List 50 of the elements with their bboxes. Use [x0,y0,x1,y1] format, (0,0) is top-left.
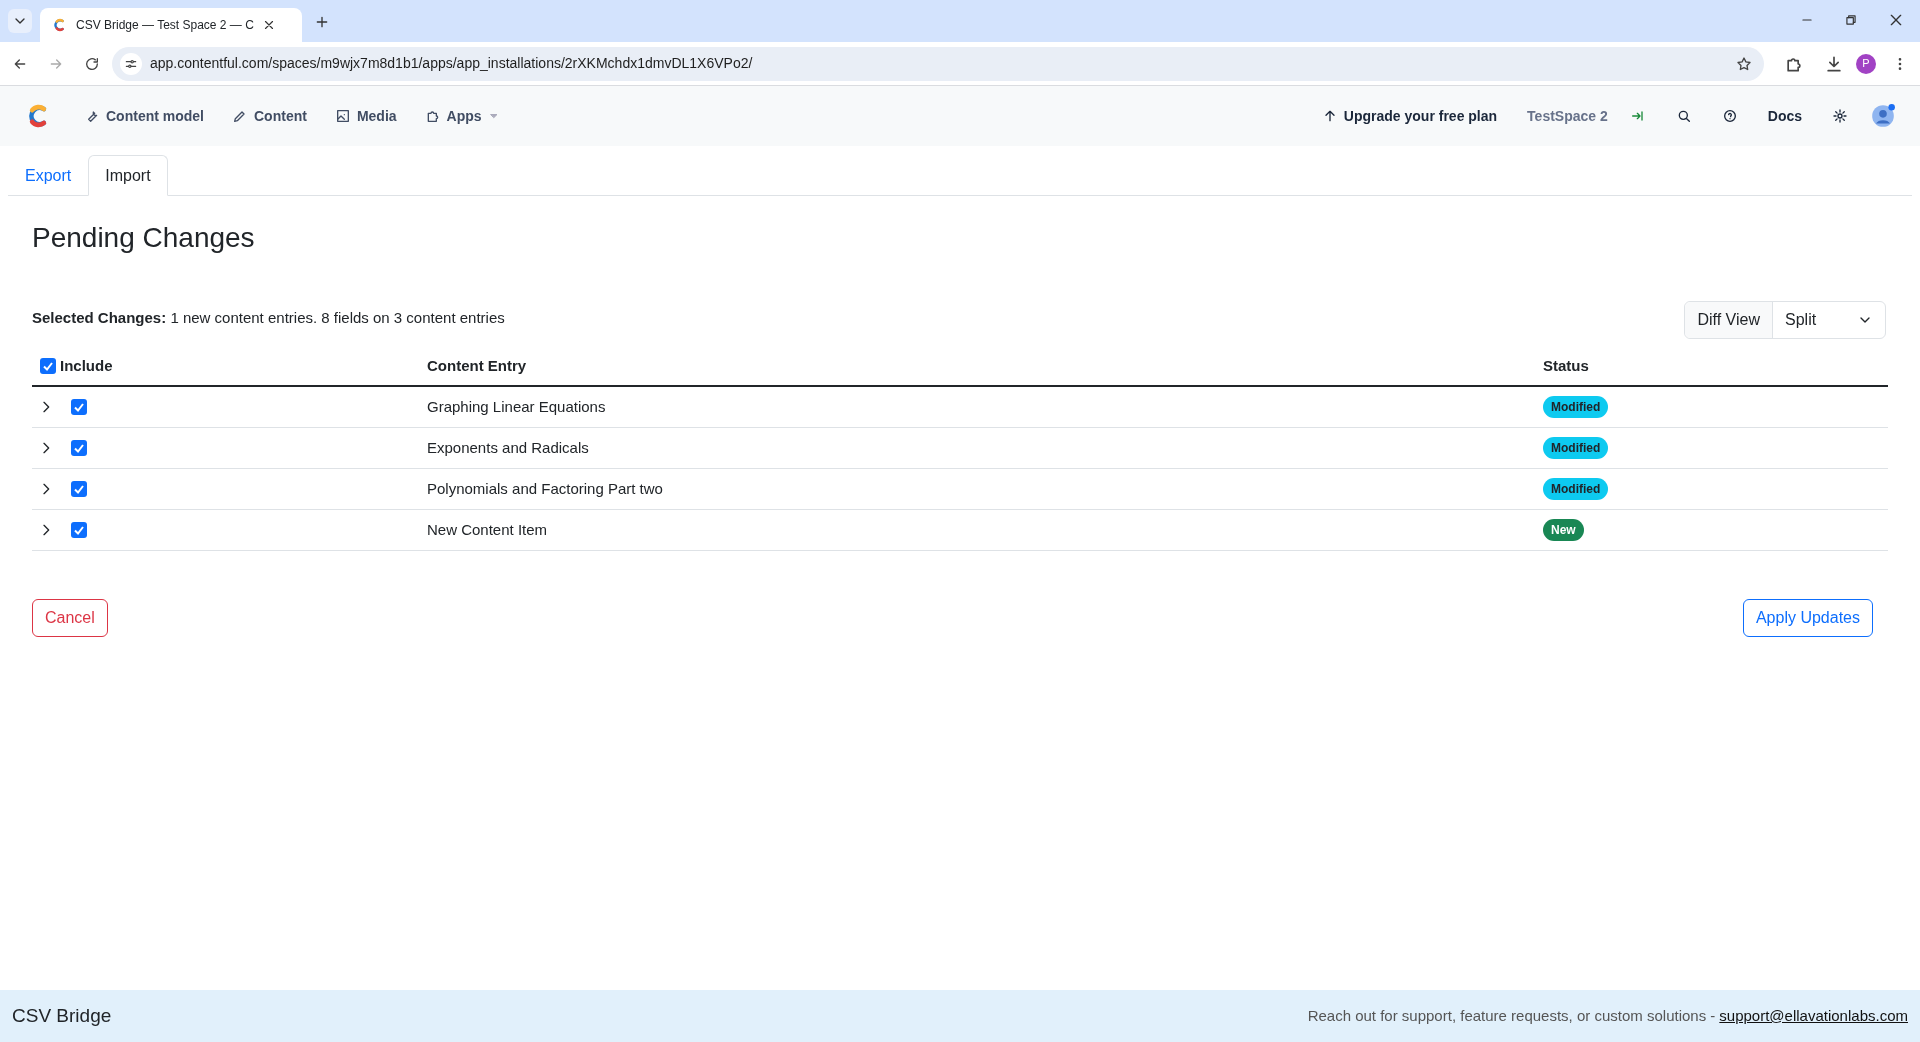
profile-avatar[interactable]: P [1856,53,1876,74]
checkbox[interactable] [71,399,87,415]
apply-updates-button[interactable]: Apply Updates [1742,599,1873,637]
nav-item[interactable]: Apps [424,105,500,127]
user-avatar-icon[interactable] [1870,103,1896,129]
status-badge: Modified [1543,396,1609,418]
help-icon[interactable] [1721,108,1738,124]
support-email-link[interactable]: support@ellavationlabs.com [1719,1004,1908,1028]
close-icon[interactable] [1888,12,1904,28]
space-name[interactable]: TestSpace 2 [1527,105,1608,127]
restore-icon[interactable] [1844,13,1858,27]
site-settings-icon [120,52,142,75]
browser-tab[interactable]: CSV Bridge — Test Space 2 — C [40,8,302,42]
docs-link[interactable]: Docs [1767,105,1802,127]
footer-text: Reach out for support, feature requests, or custom solutions - [1307,1005,1716,1026]
image-icon [334,108,351,124]
status-badge: Modified [1543,478,1609,500]
table-cell-text: Exponents and Radicals [427,437,590,458]
selected-changes-summary: Selected Changes: 1 new content entries. 8 fields on 3 content entries [32,307,505,328]
reload-icon[interactable] [84,55,100,72]
tab-list-button[interactable] [8,9,32,33]
table-cell-text: Polynomials and Factoring Part two [427,478,664,499]
nav-item[interactable]: Media [334,105,397,127]
table-cell-text: Graphing Linear Equations [427,396,607,417]
checkbox[interactable] [71,522,87,538]
nav-item[interactable]: Content [232,105,307,127]
column-header: Include [60,355,113,376]
checkbox[interactable] [40,358,56,374]
column-header: Content Entry [427,355,528,376]
settings-icon[interactable] [1832,108,1848,124]
status-badge: Modified [1543,437,1609,459]
url-text: app.contentful.com/spaces/m9wjx7m8d1b1/apps/app_installations/2rXKMchdx1dmvDL1X6VPo2/ [150,54,753,73]
footer-title: CSV Bridge [12,1003,112,1028]
cancel-button[interactable]: Cancel [32,599,108,637]
address-bar[interactable]: app.contentful.com/spaces/m9wjx7m8d1b1/apps/app_installations/2rXKMchdx1dmvDL1X6VPo2/ [112,46,1764,81]
upgrade-link[interactable]: Upgrade your free plan [1321,105,1498,127]
tab[interactable]: Import [88,155,168,196]
status-badge: New [1543,519,1584,541]
plus-icon[interactable] [314,14,330,30]
tab[interactable]: Export [8,155,89,196]
checkbox[interactable] [71,440,87,456]
nav-item[interactable]: Content model [84,105,204,127]
diff-view-label: Diff View [1685,302,1773,338]
page-heading: Pending Changes [32,221,256,255]
column-header: Status [1543,355,1590,376]
checkbox[interactable] [71,481,87,497]
tab-title: CSV Bridge — Test Space 2 — C [76,17,254,34]
diff-view-dropdown[interactable]: Split [1773,302,1885,338]
table-cell-text: New Content Item [427,519,549,540]
star-icon[interactable] [1736,55,1752,72]
